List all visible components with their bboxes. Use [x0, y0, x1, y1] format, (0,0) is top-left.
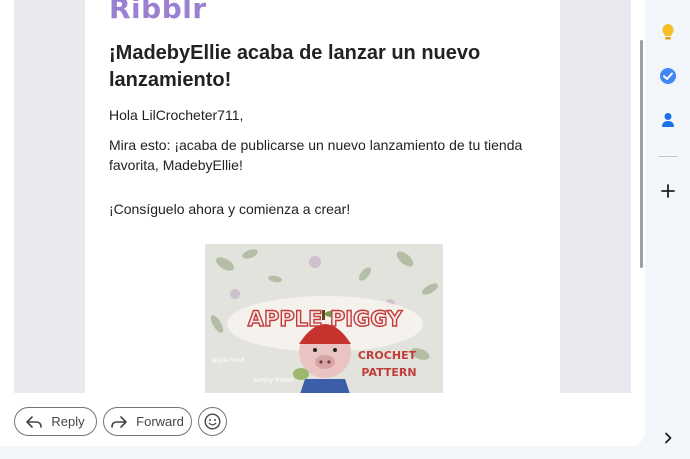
reading-pane-scrollbar[interactable] [640, 40, 643, 268]
add-icon[interactable] [658, 181, 678, 201]
reply-label: Reply [51, 414, 85, 429]
image-title-line3: PATTERN [361, 366, 416, 379]
contacts-person-icon[interactable] [658, 110, 678, 130]
image-title-line2: CROCHET [358, 349, 417, 362]
side-panel [645, 0, 690, 459]
action-bar: Reply Forward [0, 393, 645, 446]
email-body-text: Mira esto: ¡acaba de publicarse un nuevo… [109, 137, 523, 173]
image-side-note2: wormy friend [253, 377, 293, 384]
tasks-check-icon[interactable] [658, 66, 678, 86]
emoji-smile-icon [204, 413, 221, 430]
image-title-line1: APPLE PIGGY [248, 307, 403, 331]
email-body-frame: Ribblr ¡MadebyEllie acaba de lanzar un n… [14, 0, 631, 393]
product-image[interactable]: APPLE PIGGY CROCHET PATTERN apple hood w… [205, 244, 443, 393]
email-cta-text: ¡Consíguelo ahora y comienza a crear! [109, 201, 351, 217]
forward-arrow-icon [111, 415, 127, 429]
email-title: ¡MadebyEllie acaba de lanzar un nuevo la… [109, 42, 481, 91]
side-panel-divider [658, 156, 678, 157]
reply-arrow-icon [26, 415, 43, 429]
brand-logo: Ribblr [109, 0, 207, 25]
image-side-note1: apple hood [211, 357, 245, 364]
reply-button[interactable]: Reply [14, 407, 97, 436]
keep-bulb-icon[interactable] [658, 22, 678, 42]
emoji-reaction-button[interactable] [198, 407, 227, 436]
expand-chevron-icon[interactable] [658, 428, 678, 448]
email-card: Ribblr ¡MadebyEllie acaba de lanzar un n… [85, 0, 560, 393]
email-greeting: Hola LilCrocheter711, [109, 107, 244, 123]
forward-button[interactable]: Forward [103, 407, 192, 436]
mail-reading-pane: Ribblr ¡MadebyEllie acaba de lanzar un n… [0, 0, 645, 446]
forward-label: Forward [136, 414, 184, 429]
